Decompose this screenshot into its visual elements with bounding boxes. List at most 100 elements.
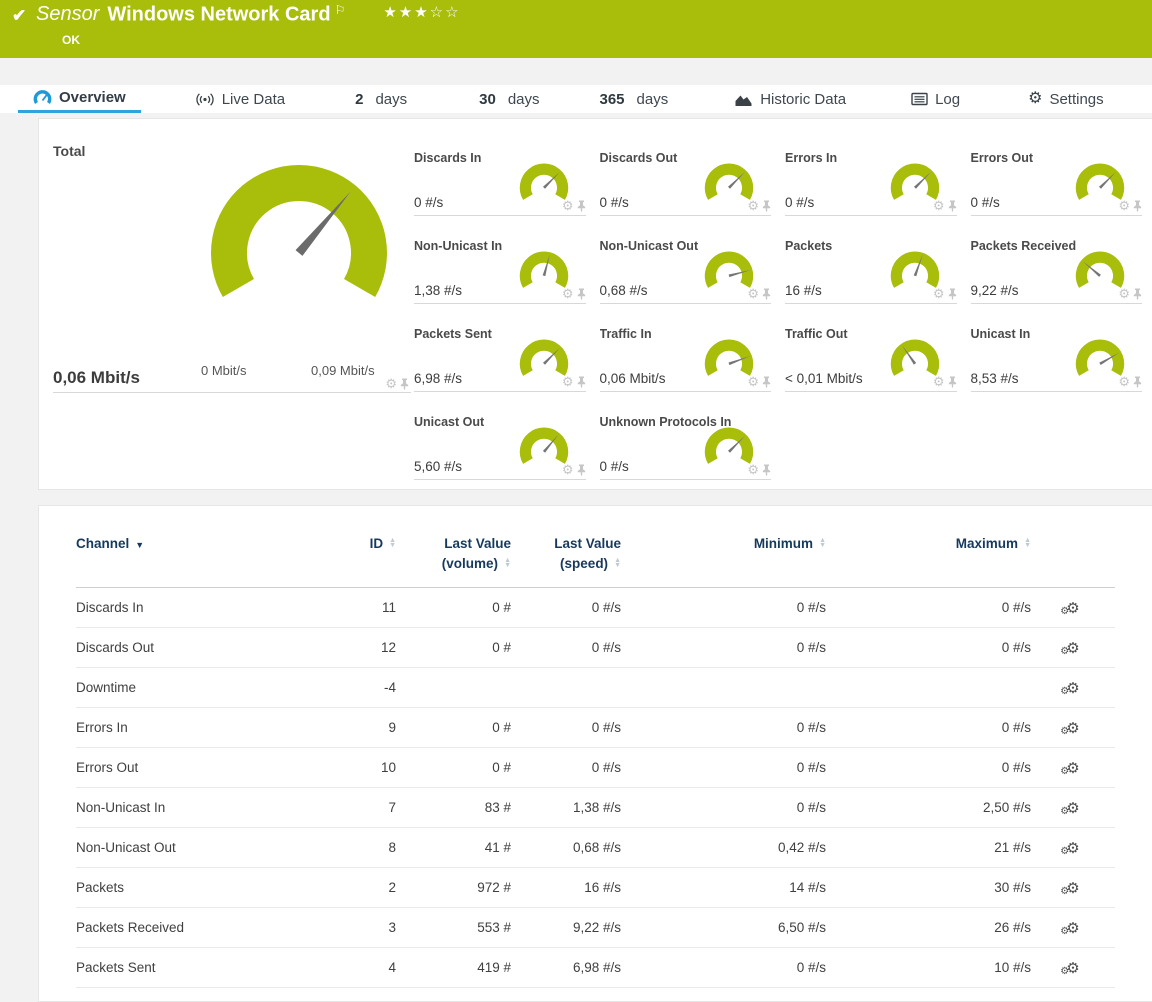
channel-gear-icon[interactable]: ⚙: [562, 463, 574, 476]
channel-gauge-cell[interactable]: Packets Sent 6,98 #/s ⚙: [414, 319, 586, 392]
channel-gear-icon[interactable]: ⚙: [747, 375, 759, 388]
sort-icon[interactable]: ▲▼: [389, 538, 396, 548]
last-value-volume-cell: 553 #: [396, 908, 511, 948]
tab-historic-data[interactable]: Historic Data: [730, 85, 850, 113]
channel-settings-gear-icon[interactable]: ⚙⚙: [1066, 919, 1079, 937]
channel-gear-icon[interactable]: ⚙: [747, 199, 759, 212]
channel-settings-cell: ⚙⚙: [1031, 828, 1115, 868]
channel-row[interactable]: Discards In110 #0 #/s0 #/s0 #/s⚙⚙: [76, 588, 1115, 628]
sort-icon[interactable]: ▲▼: [819, 538, 826, 548]
maximum-cell: 0 #/s: [826, 748, 1031, 788]
last-value-volume-cell: 0 #: [396, 588, 511, 628]
channel-settings-gear-icon[interactable]: ⚙⚙: [1066, 879, 1079, 897]
flag-icon[interactable]: ⚐: [335, 3, 346, 17]
tab-2-days[interactable]: 2 days: [351, 85, 411, 113]
channel-settings-gear-icon[interactable]: ⚙⚙: [1066, 959, 1079, 977]
channel-row[interactable]: Non-Unicast In783 #1,38 #/s0 #/s2,50 #/s…: [76, 788, 1115, 828]
channel-id-cell: 12: [326, 628, 396, 668]
channel-gauge-cell[interactable]: Unicast Out 5,60 #/s ⚙: [414, 407, 586, 480]
channel-id-cell: 10: [326, 748, 396, 788]
channel-id-cell: 9: [326, 708, 396, 748]
pin-icon[interactable]: [577, 200, 586, 212]
channel-gauge-cell[interactable]: Traffic Out < 0,01 Mbit/s ⚙: [785, 319, 957, 392]
channel-gear-icon[interactable]: ⚙: [933, 375, 945, 388]
channel-settings-gear-icon[interactable]: ⚙⚙: [1066, 679, 1079, 697]
pin-icon[interactable]: [1133, 376, 1142, 388]
channel-gear-icon[interactable]: ⚙: [1118, 287, 1130, 300]
priority-stars[interactable]: ★★★☆☆: [383, 4, 460, 21]
channel-row[interactable]: Discards Out120 #0 #/s0 #/s0 #/s⚙⚙: [76, 628, 1115, 668]
pin-icon[interactable]: [948, 376, 957, 388]
channel-gauge-cell[interactable]: Unknown Protocols In 0 #/s ⚙: [600, 407, 772, 480]
channel-gear-icon[interactable]: ⚙: [562, 375, 574, 388]
pin-icon[interactable]: [1133, 200, 1142, 212]
tab-settings[interactable]: ⚙ Settings: [1024, 85, 1108, 113]
pin-icon[interactable]: [762, 376, 771, 388]
channel-settings-gear-icon[interactable]: ⚙⚙: [1066, 719, 1079, 737]
pin-icon[interactable]: [948, 200, 957, 212]
channel-gauge-cell[interactable]: Errors In 0 #/s ⚙: [785, 143, 957, 216]
channel-settings-gear-icon[interactable]: ⚙⚙: [1066, 799, 1079, 817]
channel-gauge-cell[interactable]: Discards In 0 #/s ⚙: [414, 143, 586, 216]
pin-icon[interactable]: [762, 464, 771, 476]
pin-icon[interactable]: [577, 464, 586, 476]
channel-gear-icon[interactable]: ⚙: [1118, 199, 1130, 212]
channel-row[interactable]: Non-Unicast Out841 #0,68 #/s0,42 #/s21 #…: [76, 828, 1115, 868]
channel-row[interactable]: Downtime-4⚙⚙: [76, 668, 1115, 708]
channel-settings-gear-icon[interactable]: ⚙⚙: [1066, 839, 1079, 857]
column-header[interactable]: Last Value(volume)▲▼: [396, 534, 511, 588]
channel-settings-gear-icon[interactable]: ⚙⚙: [1066, 759, 1079, 777]
channel-gauge-cell[interactable]: Non-Unicast In 1,38 #/s ⚙: [414, 231, 586, 304]
channel-cell: Discards Out: [76, 628, 326, 668]
column-label: ID: [370, 536, 384, 551]
channel-gauge-cell[interactable]: Unicast In 8,53 #/s ⚙: [971, 319, 1143, 392]
channel-gauge-cell[interactable]: Errors Out 0 #/s ⚙: [971, 143, 1143, 216]
channel-gauge-cell[interactable]: Packets Received 9,22 #/s ⚙: [971, 231, 1143, 304]
column-header[interactable]: Last Value(speed)▲▼: [511, 534, 621, 588]
column-header[interactable]: ID ▲▼: [326, 534, 396, 588]
pin-icon[interactable]: [1133, 288, 1142, 300]
tab-overview[interactable]: Overview: [18, 85, 141, 113]
channel-settings-gear-icon[interactable]: ⚙⚙: [1066, 639, 1079, 657]
pin-icon[interactable]: [762, 200, 771, 212]
column-header[interactable]: Minimum▲▼: [621, 534, 826, 588]
channel-gauge-cell[interactable]: Traffic In 0,06 Mbit/s ⚙: [600, 319, 772, 392]
column-header[interactable]: Maximum▲▼: [826, 534, 1031, 588]
sort-active-icon[interactable]: ▼: [135, 540, 144, 550]
column-header[interactable]: Channel▼: [76, 534, 326, 588]
pin-icon[interactable]: [400, 378, 409, 390]
channel-settings-gear-icon[interactable]: ⚙⚙: [1066, 599, 1079, 617]
channel-gear-icon[interactable]: ⚙: [385, 377, 397, 390]
channel-gauge-cell[interactable]: Non-Unicast Out 0,68 #/s ⚙: [600, 231, 772, 304]
tab-30-days[interactable]: 30 days: [475, 85, 543, 113]
pin-icon[interactable]: [948, 288, 957, 300]
channel-gear-icon[interactable]: ⚙: [747, 463, 759, 476]
maximum-cell: 2,50 #/s: [826, 788, 1031, 828]
channel-row[interactable]: Packets Sent4419 #6,98 #/s0 #/s10 #/s⚙⚙: [76, 948, 1115, 988]
channel-gear-icon[interactable]: ⚙: [1118, 375, 1130, 388]
sort-icon[interactable]: ▲▼: [1024, 538, 1031, 548]
channel-gear-icon[interactable]: ⚙: [933, 287, 945, 300]
pin-icon[interactable]: [577, 288, 586, 300]
tab-log[interactable]: Log: [907, 85, 964, 113]
channel-gear-icon[interactable]: ⚙: [933, 199, 945, 212]
last-value-volume-cell: 0 #: [396, 628, 511, 668]
total-gauge-cell[interactable]: Total 0 Mbit/s 0,09 Mbit/s 0,06 Mbit/s ⚙: [53, 143, 411, 393]
pin-icon[interactable]: [577, 376, 586, 388]
total-scale-max: 0,09 Mbit/s: [311, 363, 375, 378]
channel-row[interactable]: Errors Out100 #0 #/s0 #/s0 #/s⚙⚙: [76, 748, 1115, 788]
tab-live-data[interactable]: Live Data: [191, 85, 289, 113]
channel-gear-icon[interactable]: ⚙: [562, 287, 574, 300]
tab-365-days[interactable]: 365 days: [596, 85, 673, 113]
sort-icon[interactable]: ▲▼: [614, 558, 621, 568]
sort-icon[interactable]: ▲▼: [504, 558, 511, 568]
channel-gear-icon[interactable]: ⚙: [562, 199, 574, 212]
channel-row[interactable]: Errors In90 #0 #/s0 #/s0 #/s⚙⚙: [76, 708, 1115, 748]
channel-row[interactable]: Packets Received3553 #9,22 #/s6,50 #/s26…: [76, 908, 1115, 948]
channel-gauge-cell[interactable]: Discards Out 0 #/s ⚙: [600, 143, 772, 216]
channel-gauge-cell[interactable]: Packets 16 #/s ⚙: [785, 231, 957, 304]
channel-row[interactable]: Packets2972 #16 #/s14 #/s30 #/s⚙⚙: [76, 868, 1115, 908]
channel-gear-icon[interactable]: ⚙: [747, 287, 759, 300]
channel-gauge-value: 0 #/s: [600, 459, 629, 474]
pin-icon[interactable]: [762, 288, 771, 300]
